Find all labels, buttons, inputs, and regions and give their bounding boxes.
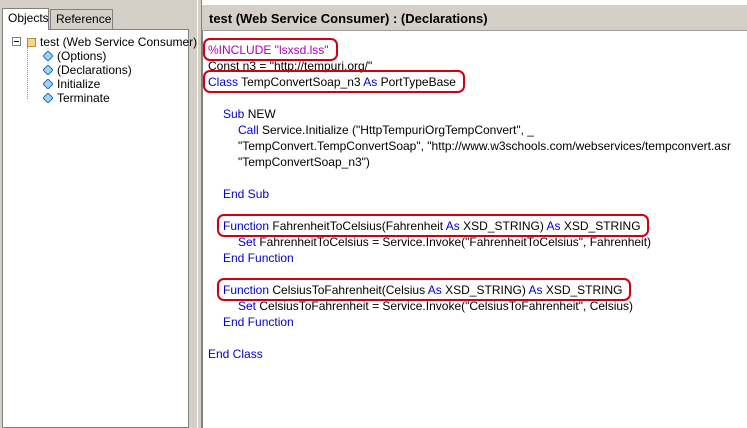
class-node-icon [27, 38, 36, 47]
code-text: XSD_STRING) [441, 283, 529, 297]
code-line[interactable]: Call Service.Initialize ("HttpTempuriOrg… [238, 122, 534, 138]
code-text: "TempConvertSoap_n3") [238, 155, 370, 169]
editor-header: test (Web Service Consumer) : (Declarati… [202, 5, 747, 31]
method-diamond-icon [43, 51, 53, 61]
code-keyword: As [363, 75, 378, 89]
code-line[interactable]: End Sub [223, 186, 269, 202]
code-text: CelsiusToFahrenheit(Celsius [269, 283, 428, 297]
code-text: FahrenheitToCelsius(Fahrenheit [269, 219, 446, 233]
method-diamond-icon [43, 79, 53, 89]
code-line[interactable]: Function CelsiusToFahrenheit(Celsius As … [223, 282, 623, 298]
code-line[interactable]: Function FahrenheitToCelsius(Fahrenheit … [223, 218, 641, 234]
tab-reference[interactable]: Reference [50, 9, 113, 29]
code-keyword: Sub [223, 107, 245, 121]
code-text: PortTypeBase [377, 75, 456, 89]
code-text: CelsiusToFahrenheit = Service.Invoke("Ce… [256, 299, 634, 313]
code-keyword: As [445, 219, 460, 233]
collapse-toggle-icon[interactable] [12, 37, 21, 46]
tree-item-label: (Declarations) [57, 63, 132, 77]
tab-strip: Objects Reference [2, 8, 195, 30]
code-text: Service.Initialize ("HttpTempuriOrgTempC… [258, 123, 534, 137]
code-keyword: As [546, 219, 561, 233]
code-keyword: Function [223, 283, 270, 297]
code-text: XSD_STRING [560, 219, 641, 233]
right-pane: test (Web Service Consumer) : (Declarati… [202, 0, 747, 428]
code-editor[interactable]: %INCLUDE "lsxsd.lss" Const n3 = "http://t… [202, 31, 747, 428]
code-text: XSD_STRING [542, 283, 623, 297]
code-text: "TempConvert.TempConvertSoap", "http://w… [238, 139, 731, 153]
code-text: Const n3 = "http://tempuri.org/" [208, 59, 373, 73]
code-line[interactable]: %INCLUDE "lsxsd.lss" [208, 42, 329, 58]
tree-item-label: Initialize [57, 77, 101, 91]
tree-item-label: (Options) [57, 49, 107, 63]
code-line[interactable]: Const n3 = "http://tempuri.org/" [208, 58, 372, 74]
code-line[interactable]: "TempConvertSoap_n3") [238, 154, 370, 170]
code-keyword: As [427, 283, 442, 297]
code-keyword: Call [238, 123, 259, 137]
object-tree: test (Web Service Consumer) (Options) (D… [2, 29, 197, 428]
code-keyword: Set [238, 235, 257, 249]
code-line[interactable]: End Function [223, 250, 294, 266]
code-text: XSD_STRING) [459, 219, 547, 233]
code-line[interactable]: End Function [223, 314, 294, 330]
code-text: NEW [244, 107, 276, 121]
tree-root-item[interactable]: test (Web Service Consumer) [40, 35, 197, 49]
code-keyword: End Function [223, 251, 294, 265]
code-line[interactable]: "TempConvert.TempConvertSoap", "http://w… [238, 138, 731, 154]
code-line[interactable]: Set FahrenheitToCelsius = Service.Invoke… [238, 234, 651, 250]
editor-title: test (Web Service Consumer) : (Declarati… [209, 11, 488, 26]
code-line[interactable]: Set CelsiusToFahrenheit = Service.Invoke… [238, 298, 633, 314]
tab-objects[interactable]: Objects [2, 8, 49, 30]
code-line[interactable]: End Class [208, 346, 263, 362]
code-keyword: End Sub [223, 187, 270, 201]
code-keyword: Class [208, 75, 239, 89]
code-directive: %INCLUDE "lsxsd.lss" [208, 43, 329, 57]
method-diamond-icon [43, 93, 53, 103]
method-diamond-icon [43, 65, 53, 75]
code-keyword: As [528, 283, 543, 297]
tree-connector-line [27, 47, 28, 99]
code-keyword: Set [238, 299, 257, 313]
code-keyword: End Function [223, 315, 294, 329]
code-text: FahrenheitToCelsius = Service.Invoke("Fa… [256, 235, 652, 249]
code-keyword: Function [223, 219, 270, 233]
code-line[interactable]: Class TempConvertSoap_n3 As PortTypeBase [208, 74, 456, 90]
tree-item-label: Terminate [57, 91, 110, 105]
left-pane: Objects Reference test (Web Service Cons… [0, 0, 197, 428]
code-text: TempConvertSoap_n3 [238, 75, 364, 89]
code-keyword: End Class [208, 347, 263, 361]
code-line[interactable]: Sub NEW [223, 106, 276, 122]
